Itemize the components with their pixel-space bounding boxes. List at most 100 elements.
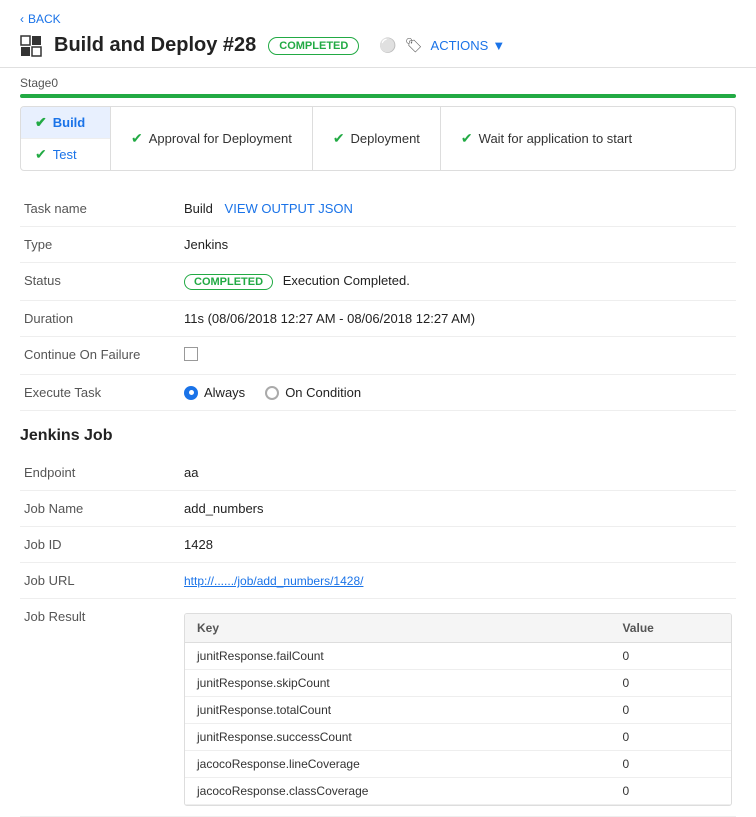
result-key: jacocoResponse.classCoverage xyxy=(185,778,610,805)
tab-test-label: Test xyxy=(53,147,77,162)
type-row: Type Jenkins xyxy=(20,227,736,263)
job-id-row: Job ID 1428 xyxy=(20,527,736,563)
tab-deployment[interactable]: ✔ Deployment xyxy=(313,107,441,170)
radio-always-label: Always xyxy=(204,385,245,400)
view-output-button[interactable]: VIEW OUTPUT JSON xyxy=(225,201,353,216)
right-tab-group: ✔ Approval for Deployment ✔ Deployment ✔… xyxy=(111,107,735,170)
progress-bar xyxy=(20,94,736,98)
duration-label: Duration xyxy=(20,301,180,337)
tab-build-label: Build xyxy=(53,115,86,130)
task-info-table: Task name Build VIEW OUTPUT JSON Type Je… xyxy=(20,191,736,411)
result-key: jacocoResponse.lineCoverage xyxy=(185,751,610,778)
stage-bar: Stage0 ✔ Build ✔ Test ✔ Approval for Dep… xyxy=(0,68,756,171)
continue-row: Continue On Failure xyxy=(20,337,736,375)
back-arrow-icon: ‹ xyxy=(20,12,24,26)
result-table-wrap: Key Value junitResponse.failCount0junitR… xyxy=(184,613,732,806)
result-col-key: Key xyxy=(185,614,610,643)
stage-label: Stage0 xyxy=(20,76,736,90)
jenkins-info-table: Endpoint aa Job Name add_numbers Job ID … xyxy=(20,455,736,817)
main-content: Task name Build VIEW OUTPUT JSON Type Je… xyxy=(0,171,756,817)
deploy-icon xyxy=(20,35,42,57)
table-row: junitResponse.totalCount0 xyxy=(185,697,731,724)
circle-icon: ⚪ xyxy=(379,37,396,54)
tabs-row: ✔ Build ✔ Test ✔ Approval for Deployment… xyxy=(20,106,736,171)
tab-approval-label: Approval for Deployment xyxy=(149,131,292,146)
task-name-text: Build xyxy=(184,201,213,216)
page-title: Build and Deploy #28 xyxy=(54,34,256,57)
status-text: Execution Completed. xyxy=(283,273,410,288)
result-value: 0 xyxy=(610,643,731,670)
job-result-table-cell: Key Value junitResponse.failCount0junitR… xyxy=(180,599,736,817)
actions-button[interactable]: ACTIONS ▼ xyxy=(431,38,506,53)
status-value: COMPLETED Execution Completed. xyxy=(180,263,736,301)
result-header-row: Key Value xyxy=(185,614,731,643)
task-name-value: Build VIEW OUTPUT JSON xyxy=(180,191,736,227)
tab-test[interactable]: ✔ Test xyxy=(21,139,110,170)
deployment-check-icon: ✔ xyxy=(333,130,345,147)
result-value: 0 xyxy=(610,697,731,724)
tab-build[interactable]: ✔ Build xyxy=(21,107,110,139)
header-status-badge: COMPLETED xyxy=(268,37,359,55)
tag-icon: 🏷 xyxy=(405,37,423,54)
duration-row: Duration 11s (08/06/2018 12:27 AM - 08/0… xyxy=(20,301,736,337)
result-key: junitResponse.successCount xyxy=(185,724,610,751)
jenkins-job-title: Jenkins Job xyxy=(20,427,736,445)
result-key: junitResponse.skipCount xyxy=(185,670,610,697)
type-label: Type xyxy=(20,227,180,263)
job-url-label: Job URL xyxy=(20,563,180,599)
result-col-value: Value xyxy=(610,614,731,643)
duration-value: 11s (08/06/2018 12:27 AM - 08/06/2018 12… xyxy=(180,301,736,337)
endpoint-value: aa xyxy=(180,455,736,491)
table-row: junitResponse.skipCount0 xyxy=(185,670,731,697)
execute-value: Always On Condition xyxy=(180,375,736,411)
status-badge: COMPLETED xyxy=(184,274,273,290)
radio-condition-icon xyxy=(265,386,279,400)
radio-always-icon xyxy=(184,386,198,400)
continue-checkbox[interactable] xyxy=(184,347,198,361)
status-label: Status xyxy=(20,263,180,301)
execute-label: Execute Task xyxy=(20,375,180,411)
result-value: 0 xyxy=(610,670,731,697)
tab-wait[interactable]: ✔ Wait for application to start xyxy=(441,107,652,170)
endpoint-label: Endpoint xyxy=(20,455,180,491)
execute-radio-group: Always On Condition xyxy=(184,385,732,400)
result-table: Key Value junitResponse.failCount0junitR… xyxy=(185,614,731,805)
tab-wait-label: Wait for application to start xyxy=(479,131,632,146)
result-value: 0 xyxy=(610,778,731,805)
table-row: junitResponse.successCount0 xyxy=(185,724,731,751)
radio-always[interactable]: Always xyxy=(184,385,245,400)
job-name-row: Job Name add_numbers xyxy=(20,491,736,527)
endpoint-row: Endpoint aa xyxy=(20,455,736,491)
tab-approval[interactable]: ✔ Approval for Deployment xyxy=(111,107,313,170)
radio-condition[interactable]: On Condition xyxy=(265,385,361,400)
job-url-link[interactable]: http://....../job/add_numbers/1428/ xyxy=(184,574,363,588)
table-row: jacocoResponse.lineCoverage0 xyxy=(185,751,731,778)
actions-label: ACTIONS xyxy=(431,38,489,53)
result-key: junitResponse.totalCount xyxy=(185,697,610,724)
execute-row: Execute Task Always On Condition xyxy=(20,375,736,411)
approval-check-icon: ✔ xyxy=(131,130,143,147)
job-result-label: Job Result xyxy=(20,599,180,817)
radio-condition-label: On Condition xyxy=(285,385,361,400)
result-key: junitResponse.failCount xyxy=(185,643,610,670)
job-url-value: http://....../job/add_numbers/1428/ xyxy=(180,563,736,599)
job-name-value: add_numbers xyxy=(180,491,736,527)
continue-value xyxy=(180,337,736,375)
back-button[interactable]: ‹ BACK xyxy=(20,12,736,26)
actions-chevron-icon: ▼ xyxy=(492,38,505,53)
build-check-icon: ✔ xyxy=(35,114,47,131)
status-row: Status COMPLETED Execution Completed. xyxy=(20,263,736,301)
test-check-icon: ✔ xyxy=(35,146,47,163)
job-name-label: Job Name xyxy=(20,491,180,527)
wait-check-icon: ✔ xyxy=(461,130,473,147)
job-url-row: Job URL http://....../job/add_numbers/14… xyxy=(20,563,736,599)
task-name-label: Task name xyxy=(20,191,180,227)
left-tab-group: ✔ Build ✔ Test xyxy=(21,107,111,170)
job-id-label: Job ID xyxy=(20,527,180,563)
tab-deployment-label: Deployment xyxy=(351,131,420,146)
result-value: 0 xyxy=(610,724,731,751)
back-label: BACK xyxy=(28,12,61,26)
result-value: 0 xyxy=(610,751,731,778)
job-id-value: 1428 xyxy=(180,527,736,563)
table-row: jacocoResponse.classCoverage0 xyxy=(185,778,731,805)
